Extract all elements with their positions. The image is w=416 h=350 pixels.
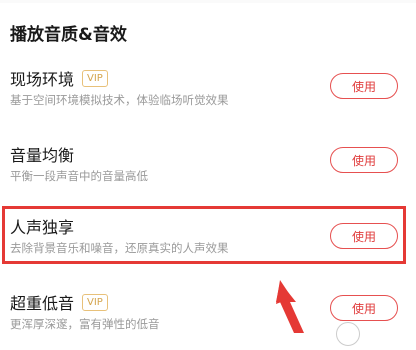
- item-title-row: 超重低音 VIP: [10, 290, 108, 314]
- use-button[interactable]: 使用: [330, 147, 398, 173]
- item-description: 更浑厚深邃，富有弹性的低音: [10, 317, 160, 331]
- list-item-volume-balance: 音量均衡 平衡一段声音中的音量高低 使用: [0, 142, 416, 202]
- item-title: 现场环境: [10, 70, 75, 89]
- pointer-arrow-icon: [276, 280, 304, 333]
- item-description: 基于空间环境模拟技术，体验临场听觉效果: [10, 93, 229, 107]
- use-button[interactable]: 使用: [330, 73, 398, 99]
- list-item-live-environment: 现场环境 VIP 基于空间环境模拟技术，体验临场听觉效果 使用: [0, 66, 416, 126]
- item-title: 超重低音: [10, 294, 75, 313]
- item-title-row: 音量均衡: [10, 142, 74, 166]
- vip-badge: VIP: [82, 69, 108, 87]
- top-divider: [0, 0, 416, 3]
- item-title: 音量均衡: [10, 146, 75, 165]
- item-title-row: 现场环境 VIP: [10, 66, 108, 90]
- floating-circle: [336, 322, 360, 346]
- vip-badge: VIP: [82, 293, 108, 311]
- highlight-box: [2, 206, 406, 264]
- section-title: 播放音质&音效: [10, 25, 127, 45]
- item-description: 平衡一段声音中的音量高低: [10, 169, 148, 183]
- use-button[interactable]: 使用: [330, 295, 398, 321]
